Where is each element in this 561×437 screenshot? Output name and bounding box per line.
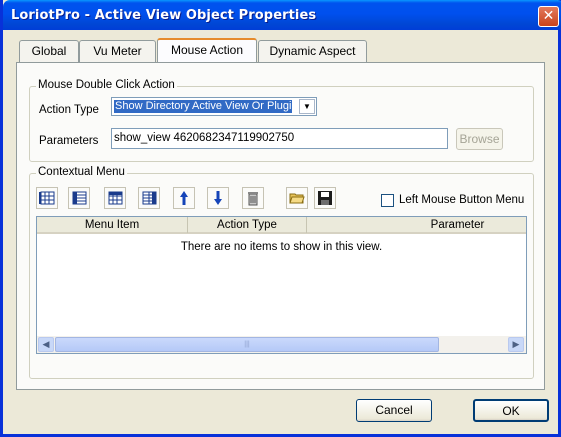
tab-vu-meter[interactable]: Vu Meter <box>79 40 156 62</box>
column-menu-item[interactable]: Menu Item <box>37 217 188 233</box>
cancel-button[interactable]: Cancel <box>356 399 432 422</box>
column-action-type[interactable]: Action Type <box>188 217 307 233</box>
contextual-menu-group-label: Contextual Menu <box>36 166 127 178</box>
title-bar[interactable]: LoriotPro - Active View Object Propertie… <box>3 0 561 30</box>
list-header: Menu Item Action Type Parameter <box>37 217 526 234</box>
action-type-value: Show Directory Active View Or Plugin <box>114 100 292 113</box>
add-row-icon[interactable] <box>36 187 58 209</box>
menu-items-list[interactable]: Menu Item Action Type Parameter There ar… <box>36 216 527 354</box>
scroll-thumb[interactable]: ||| <box>55 337 439 352</box>
chevron-down-icon[interactable]: ▼ <box>299 99 315 114</box>
double-click-group-label: Mouse Double Click Action <box>36 79 177 91</box>
tab-dynamic-aspect[interactable]: Dynamic Aspect <box>258 40 367 62</box>
window-title: LoriotPro - Active View Object Propertie… <box>11 8 317 23</box>
tab-dynamic-aspect-label: Dynamic Aspect <box>269 44 356 58</box>
browse-button[interactable]: Browse <box>456 128 503 150</box>
column-parameter[interactable]: Parameter <box>307 217 526 233</box>
edit-row-icon[interactable] <box>104 187 126 209</box>
scroll-left-icon[interactable]: ◀ <box>38 337 54 352</box>
tab-mouse-action-label: Mouse Action <box>170 43 244 57</box>
move-down-icon[interactable] <box>207 187 229 209</box>
tab-mouse-action[interactable]: Mouse Action <box>157 38 257 62</box>
tab-global[interactable]: Global <box>19 40 79 62</box>
ok-button[interactable]: OK <box>473 399 549 422</box>
tab-vu-meter-label: Vu Meter <box>93 44 142 58</box>
action-type-select[interactable]: Show Directory Active View Or Plugin ▼ <box>111 97 317 116</box>
delete-row-icon[interactable] <box>138 187 160 209</box>
left-mouse-checkbox[interactable] <box>381 194 394 207</box>
tab-global-label: Global <box>31 44 67 58</box>
trash-icon[interactable] <box>242 187 264 209</box>
save-icon[interactable] <box>314 187 336 209</box>
empty-list-message: There are no items to show in this view. <box>180 241 383 253</box>
parameters-label: Parameters <box>39 135 99 147</box>
horizontal-scrollbar[interactable]: ◀ ||| ▶ <box>37 336 526 353</box>
close-button[interactable]: ✕ <box>538 6 559 27</box>
action-type-label: Action Type <box>39 104 99 116</box>
close-icon: ✕ <box>542 8 555 24</box>
left-mouse-label: Left Mouse Button Menu <box>399 194 525 206</box>
scroll-right-icon[interactable]: ▶ <box>508 337 524 352</box>
insert-row-icon[interactable] <box>68 187 90 209</box>
open-folder-icon[interactable] <box>286 187 308 209</box>
parameters-input[interactable]: show_view 4620682347119902750 <box>111 128 448 149</box>
move-up-icon[interactable] <box>173 187 195 209</box>
